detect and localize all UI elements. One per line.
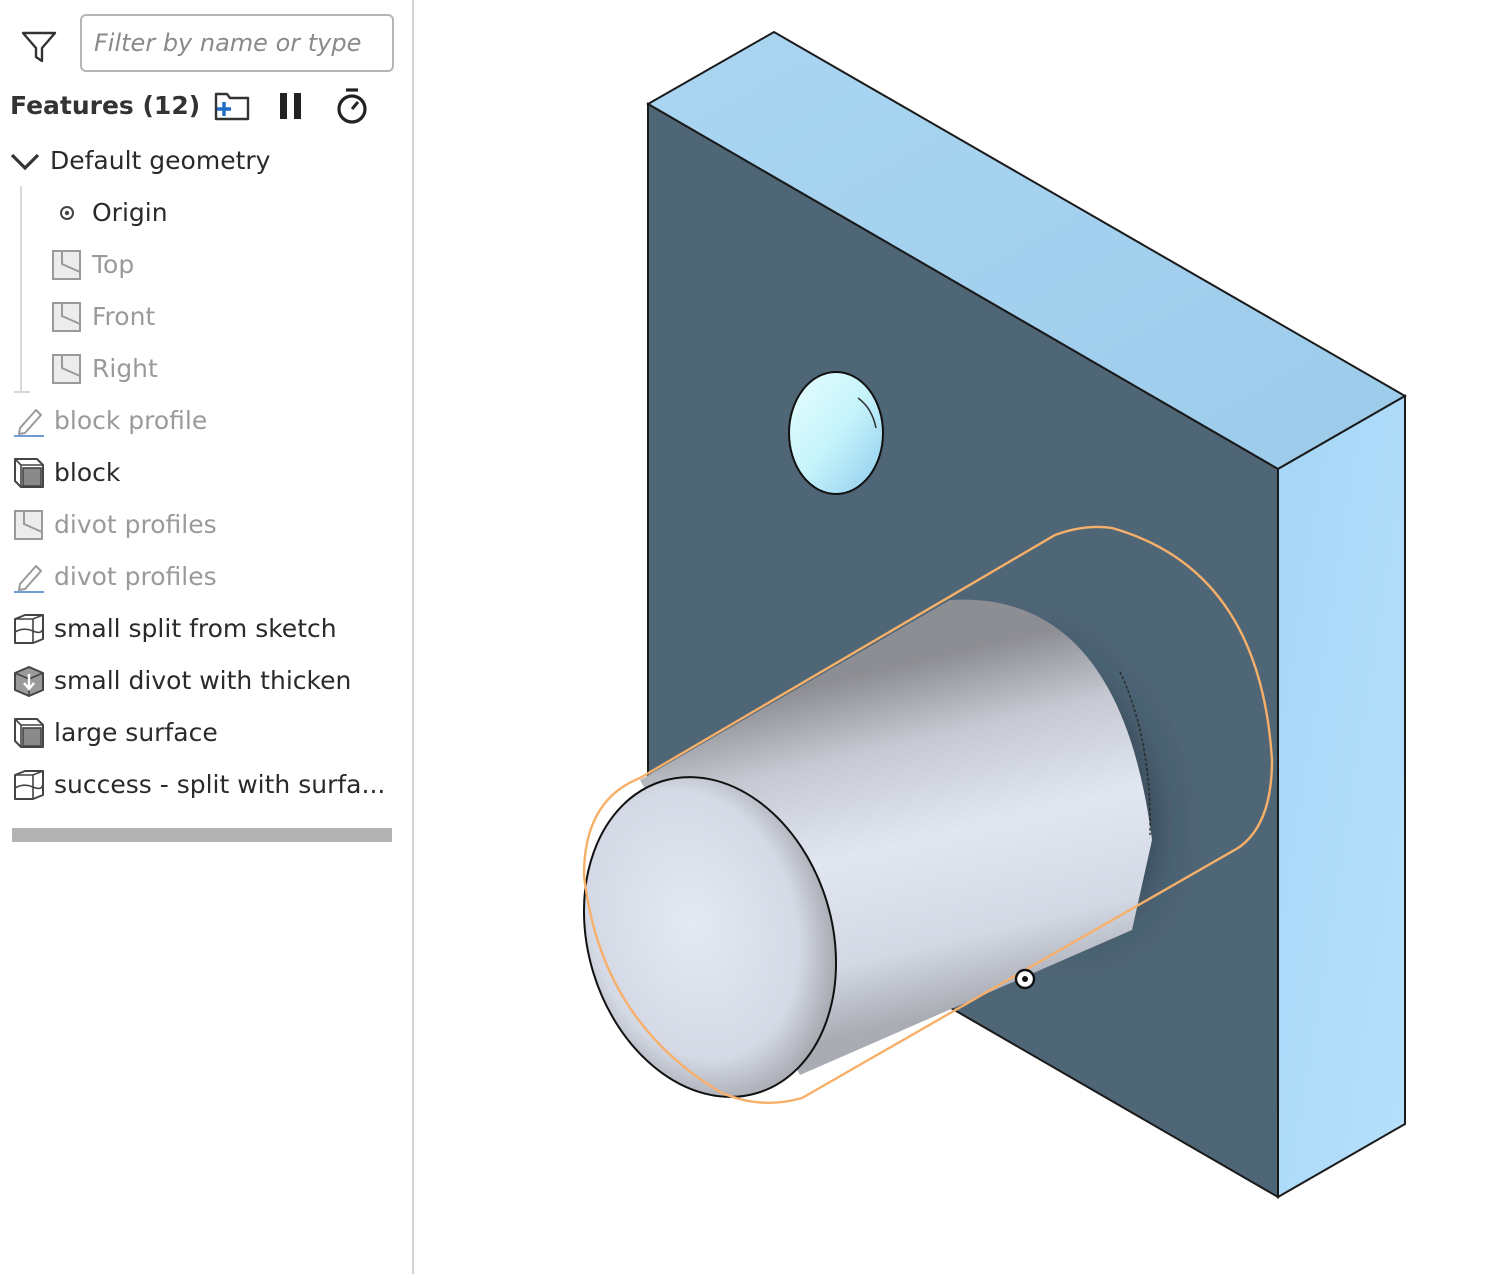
- stopwatch-icon[interactable]: [332, 86, 372, 126]
- tree-item-label: block profile: [54, 406, 208, 435]
- tree-item-small-divot[interactable]: small divot with thicken: [12, 655, 351, 707]
- block-side-face[interactable]: [1277, 394, 1406, 1199]
- tree-item-label: block: [54, 458, 121, 487]
- rollback-bar[interactable]: [12, 828, 392, 842]
- tree-item-small-split[interactable]: small split from sketch: [12, 603, 337, 655]
- tree-item-large-surface[interactable]: large surface: [12, 707, 218, 759]
- plane-icon: [14, 510, 43, 540]
- tree-item-top-plane[interactable]: Top: [50, 239, 134, 291]
- through-hole[interactable]: [788, 371, 884, 495]
- filter-icon[interactable]: [20, 28, 58, 66]
- tree-indent-line: [20, 186, 22, 392]
- tree-item-label: Top: [92, 250, 135, 279]
- sketch-icon: [14, 409, 44, 437]
- split-icon: [14, 614, 44, 644]
- thicken-icon: [14, 666, 44, 697]
- tree-item-block[interactable]: block: [12, 447, 120, 499]
- tree-item-label: small divot with thicken: [54, 666, 352, 695]
- split-icon: [14, 770, 44, 800]
- tree-item-front-plane[interactable]: Front: [50, 291, 155, 343]
- tree-indent-line-end: [14, 391, 30, 393]
- plane-icon: [52, 354, 81, 384]
- chevron-down-icon[interactable]: [8, 144, 42, 178]
- tree-item-origin[interactable]: Origin: [50, 187, 168, 239]
- feature-panel: Features (12) Default geometry Origin To…: [0, 0, 414, 1274]
- plane-icon: [52, 250, 81, 280]
- extrude-icon: [14, 718, 44, 748]
- tree-group-default-geometry[interactable]: Default geometry: [8, 135, 270, 187]
- tree-item-label: small split from sketch: [54, 614, 337, 643]
- tree-item-label: large surface: [54, 718, 218, 747]
- tree-item-label: divot profiles: [54, 562, 217, 591]
- features-title: Features (12): [10, 91, 201, 120]
- tree-item-block-profile[interactable]: block profile: [12, 395, 207, 447]
- tree-item-label: Origin: [92, 198, 168, 227]
- add-folder-icon[interactable]: [212, 86, 252, 126]
- origin-marker-icon[interactable]: [1014, 968, 1036, 990]
- tree-group-label: Default geometry: [50, 146, 271, 175]
- plane-icon: [52, 302, 81, 332]
- origin-icon: [60, 206, 74, 220]
- tree-item-success-split[interactable]: success - split with surfa...: [12, 759, 385, 811]
- sketch-icon: [14, 565, 44, 593]
- model-canvas[interactable]: [414, 0, 1508, 1274]
- graphics-viewport[interactable]: [414, 0, 1508, 1274]
- tree-item-label: divot profiles: [54, 510, 217, 539]
- filter-input[interactable]: [80, 14, 394, 72]
- pause-icon[interactable]: [272, 86, 312, 126]
- tree-item-label: success - split with surfa...: [54, 770, 386, 799]
- extrude-icon: [14, 458, 44, 488]
- tree-item-divot-profiles-plane[interactable]: divot profiles: [12, 499, 217, 551]
- tree-item-divot-profiles-sketch[interactable]: divot profiles: [12, 551, 217, 603]
- tree-item-label: Front: [92, 302, 156, 331]
- tree-item-right-plane[interactable]: Right: [50, 343, 158, 395]
- tree-item-label: Right: [92, 354, 158, 383]
